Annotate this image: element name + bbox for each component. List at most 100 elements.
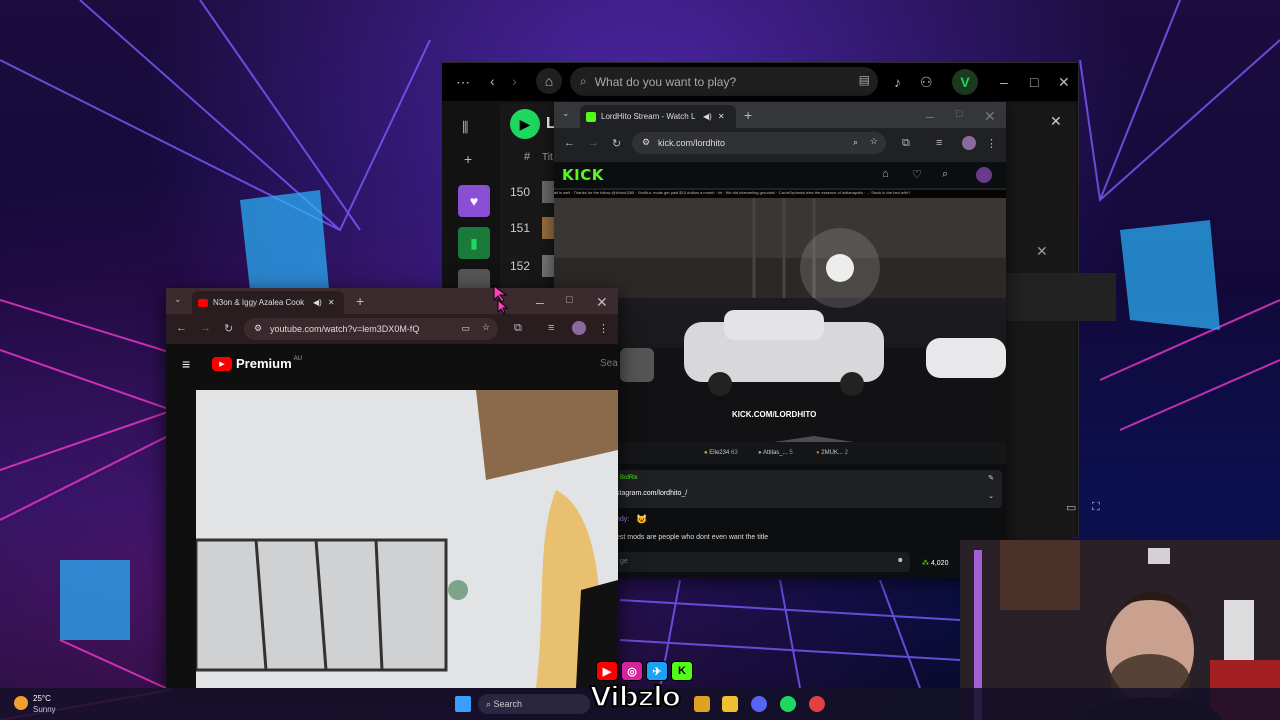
app-icon[interactable] xyxy=(809,696,825,712)
twitter-icon: ✈ xyxy=(646,661,668,681)
new-tab-icon[interactable]: + xyxy=(356,293,364,309)
spotify-icon[interactable] xyxy=(780,696,796,712)
kick-video-player[interactable]: KICK.COM/LORDHITO xyxy=(554,198,1006,442)
emoji-icon[interactable]: ☻ xyxy=(897,557,904,564)
new-tab-icon[interactable]: + xyxy=(744,107,752,123)
weather-temp[interactable]: 25°C xyxy=(33,694,51,703)
browse-icon[interactable]: ▤ xyxy=(859,73,870,87)
tab-search-icon[interactable]: ⌄ xyxy=(174,294,182,305)
play-button[interactable]: ▶ xyxy=(510,109,540,139)
cast-icon[interactable]: ▭ xyxy=(461,323,470,334)
kick-address-bar[interactable]: ⚙ kick.com/lordhito ⌕ ☆ xyxy=(632,132,886,154)
fullscreen-icon[interactable]: ⛶ xyxy=(1092,501,1100,514)
forward-icon[interactable]: → xyxy=(200,322,211,334)
track-number: 151 xyxy=(510,221,531,235)
forward-icon[interactable]: › xyxy=(512,73,517,89)
back-icon[interactable]: ‹ xyxy=(490,73,495,89)
maximize-icon[interactable]: □ xyxy=(956,108,963,120)
bell-icon[interactable]: ♪ xyxy=(894,74,901,90)
profile-avatar[interactable] xyxy=(962,136,976,150)
bookmark-icon: ▮ xyxy=(470,234,478,251)
media-icon[interactable]: ≡ xyxy=(936,137,942,149)
menu-icon[interactable]: ⋮ xyxy=(598,322,609,335)
leader-entry: ● Elle234 63 xyxy=(704,450,738,456)
queue-icon[interactable]: ▭ xyxy=(1066,501,1076,514)
search-icon[interactable]: ⌕ xyxy=(942,168,948,181)
add-icon[interactable]: + xyxy=(464,151,472,167)
maximize-icon[interactable]: □ xyxy=(566,294,573,306)
reload-icon[interactable]: ↻ xyxy=(224,322,233,335)
tab-close-icon[interactable]: ✕ xyxy=(328,298,335,307)
media-icon[interactable]: ≡ xyxy=(548,322,554,334)
stream-video-frame xyxy=(554,198,1006,442)
profile-avatar[interactable] xyxy=(572,321,586,335)
kick-site-header: KICK ⌂ ♡ ⌕ xyxy=(554,162,1006,188)
close-icon[interactable]: ✕ xyxy=(596,294,608,311)
tab-search-icon[interactable]: ⌄ xyxy=(562,108,570,119)
kick-chat: BotRix stagram.com/lordhito_/ ✎ ⌄ ndy: 😺… xyxy=(554,464,1006,578)
reload-icon[interactable]: ↻ xyxy=(612,137,621,150)
youtube-video-frame xyxy=(196,390,618,688)
kick-tab[interactable]: LordHito Stream - Watch L ◀) ✕ xyxy=(580,105,736,128)
minimize-icon[interactable]: – xyxy=(536,294,544,310)
desktop: ⋯ ‹ › ⌂ ⌕ What do you want to play? ▤ ♪ … xyxy=(0,0,1280,720)
chrome-icon[interactable] xyxy=(694,696,710,712)
youtube-toolbar: ← → ↻ ⚙ youtube.com/watch?v=lem3DX0M-fQ … xyxy=(166,314,618,344)
youtube-premium-logo[interactable]: ▶ Premium AU xyxy=(212,356,302,371)
pinned-link[interactable]: stagram.com/lordhito_/ xyxy=(616,490,687,497)
liked-songs-tile[interactable]: ♥ xyxy=(458,185,490,217)
minimize-icon[interactable]: – xyxy=(926,108,934,124)
avatar[interactable]: V xyxy=(952,69,978,95)
minimize-icon[interactable]: – xyxy=(1000,74,1008,90)
start-icon[interactable] xyxy=(455,696,471,712)
youtube-search-input[interactable]: Sea xyxy=(600,358,618,369)
store-icon[interactable]: ⌂ xyxy=(882,168,889,180)
close-panel-icon[interactable]: ✕ xyxy=(1050,113,1062,130)
spotify-search-input[interactable]: ⌕ What do you want to play? ▤ xyxy=(570,67,878,96)
vibzlo-logo: Vibzlo xyxy=(589,679,682,714)
close-icon[interactable]: ✕ xyxy=(984,108,996,125)
stream-ticker: all is well · Thanks for the follow @Ich… xyxy=(554,190,1006,198)
extensions-icon[interactable]: ⧉ xyxy=(514,322,522,335)
close-panel-icon[interactable]: ✕ xyxy=(1036,243,1048,260)
viewer-leaderboard: ● Elle234 63 ● Attilas_... 5 ● 2MUK... 2 xyxy=(554,442,1006,464)
channel-points[interactable]: ⁂ 4,020 xyxy=(922,559,948,567)
bookmark-star-icon[interactable]: ☆ xyxy=(482,322,490,333)
youtube-video-player[interactable] xyxy=(196,390,618,688)
youtube-tab[interactable]: N3on & Iggy Azalea Cook ◀) ✕ xyxy=(192,291,344,314)
forward-icon[interactable]: → xyxy=(588,137,599,149)
audio-icon[interactable]: ◀) xyxy=(313,298,322,307)
discord-icon[interactable] xyxy=(751,696,767,712)
more-icon[interactable]: ⋯ xyxy=(456,74,470,91)
bookmark-star-icon[interactable]: ☆ xyxy=(870,136,878,147)
kick-logo[interactable]: KICK xyxy=(562,166,604,184)
back-icon[interactable]: ← xyxy=(564,137,575,149)
site-info-icon: ⚙ xyxy=(254,323,263,333)
zoom-icon[interactable]: ⌕ xyxy=(853,137,858,148)
column-number: # xyxy=(524,151,531,163)
close-icon[interactable]: ✕ xyxy=(1058,74,1070,91)
youtube-address-bar[interactable]: ⚙ youtube.com/watch?v=lem3DX0M-fQ ▭ ☆ xyxy=(244,318,498,340)
kick-tab-strip: ⌄ LordHito Stream - Watch L ◀) ✕ + – □ ✕ xyxy=(554,102,1006,128)
user-avatar[interactable] xyxy=(976,167,992,183)
chat-input[interactable]: ge ☻ xyxy=(616,552,910,572)
maximize-icon[interactable]: □ xyxy=(1030,74,1038,90)
home-icon[interactable]: ⌂ xyxy=(536,68,562,94)
taskbar-search[interactable]: ⌕ Search xyxy=(478,694,590,714)
saved-episodes-tile[interactable]: ▮ xyxy=(458,227,490,259)
unpin-icon[interactable]: ✎ xyxy=(988,474,994,482)
hamburger-menu-icon[interactable]: ≡ xyxy=(182,356,190,372)
back-icon[interactable]: ← xyxy=(176,322,187,334)
kick-browser-window: ⌄ LordHito Stream - Watch L ◀) ✕ + – □ ✕… xyxy=(554,102,1006,578)
tab-close-icon[interactable]: ✕ xyxy=(718,112,725,121)
file-explorer-icon[interactable] xyxy=(722,696,738,712)
audio-icon[interactable]: ◀) xyxy=(703,112,712,121)
emote-icon: 😺 xyxy=(636,514,648,524)
youtube-play-icon: ▶ xyxy=(212,356,232,371)
follow-heart-icon[interactable]: ♡ xyxy=(912,168,922,181)
expand-icon[interactable]: ⌄ xyxy=(988,492,994,500)
extensions-icon[interactable]: ⧉ xyxy=(902,137,910,150)
library-icon[interactable]: ⫼ xyxy=(462,119,468,136)
menu-icon[interactable]: ⋮ xyxy=(986,137,997,150)
friends-icon[interactable]: ⚇ xyxy=(920,74,933,91)
